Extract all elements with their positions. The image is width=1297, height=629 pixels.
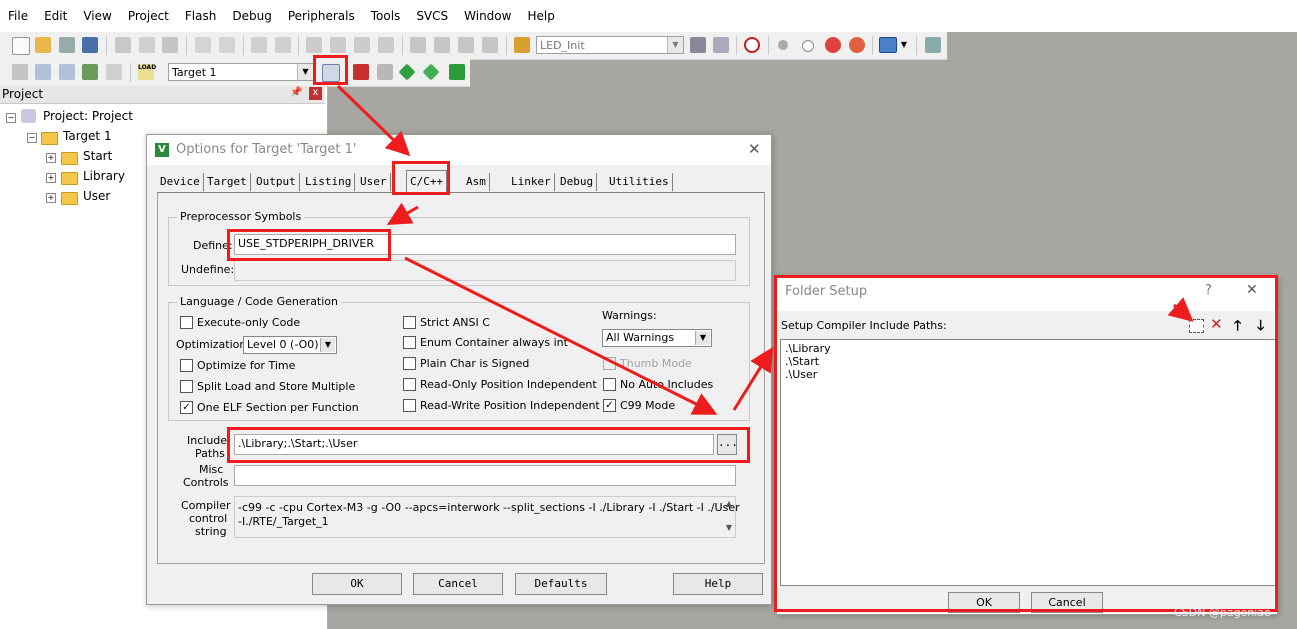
arrow-define-to-include: [404, 256, 718, 415]
annotation-arrows: [336, 84, 1194, 415]
arrow-to-cpp-tab: [336, 84, 411, 157]
arrow-to-new-path: [1167, 297, 1194, 322]
arrow-to-folder-list: [732, 346, 774, 411]
arrow-to-define: [386, 202, 419, 225]
watermark: CSDN @pageniao: [1174, 606, 1271, 619]
